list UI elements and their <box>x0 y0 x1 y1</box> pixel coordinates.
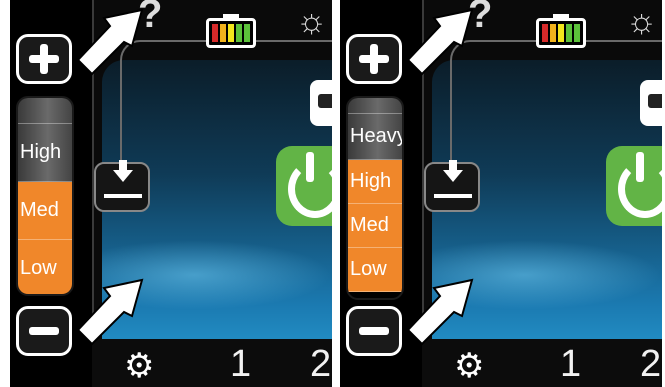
pointer-arrow-icon <box>76 278 144 346</box>
panel-standard-levels: ? ☼ High Med Low ⚙ 1 2 <box>10 0 332 387</box>
pointer-arrows <box>76 8 144 346</box>
pointer-arrow-icon <box>406 278 474 346</box>
pointer-arrows <box>406 8 474 346</box>
pointer-arrow-icon <box>406 8 474 76</box>
panel-heavy-duty-levels: ? ☼ Heavy Duty High Med Low ⚙ 1 2 <box>340 0 662 387</box>
pointer-arrow-icon <box>76 8 144 76</box>
